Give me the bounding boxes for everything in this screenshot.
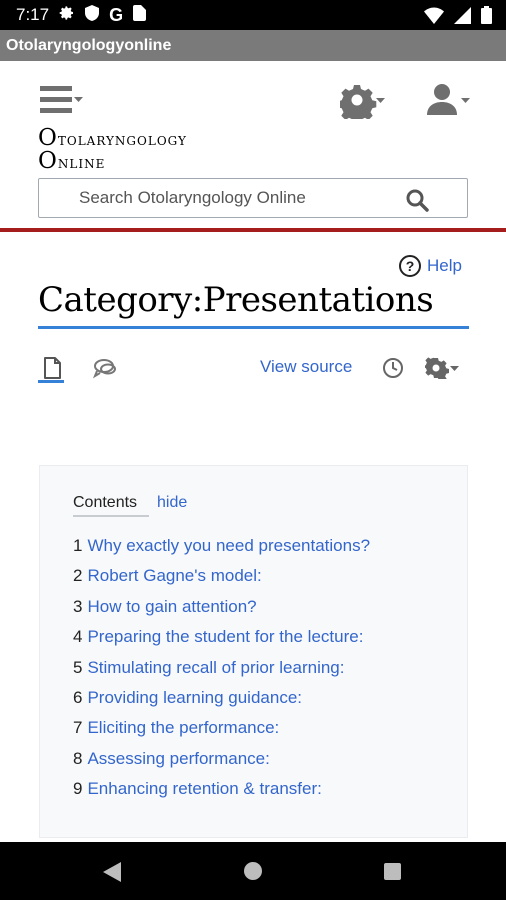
toc-item-number: 7 bbox=[73, 718, 83, 738]
toc-item-link[interactable]: Why exactly you need presentations? bbox=[87, 536, 370, 555]
toc-item-link[interactable]: How to gain attention? bbox=[87, 597, 256, 616]
menu-icon[interactable] bbox=[38, 83, 86, 119]
logo-word-2: nline bbox=[57, 153, 106, 173]
shield-icon bbox=[85, 4, 100, 26]
system-nav-bar bbox=[0, 842, 506, 900]
help-label: Help bbox=[427, 256, 462, 275]
toc-heading: Contents bbox=[73, 494, 138, 511]
toc-item-number: 1 bbox=[73, 536, 83, 555]
toc-item-link[interactable]: Robert Gagne's model: bbox=[87, 566, 261, 585]
user-icon[interactable] bbox=[424, 81, 474, 119]
logo-cap: O bbox=[38, 148, 58, 174]
toc-item[interactable]: 7 Eliciting the performance: bbox=[73, 718, 370, 748]
page-title: Category:Presentations bbox=[38, 280, 434, 320]
status-time: 7:17 bbox=[16, 5, 50, 24]
toc-item[interactable]: 8 Assessing performance: bbox=[73, 749, 370, 779]
toc-item-link[interactable]: Enhancing retention & transfer: bbox=[87, 779, 321, 798]
view-source-link[interactable]: View source bbox=[260, 357, 352, 377]
talk-icon[interactable] bbox=[92, 357, 118, 379]
search-box[interactable] bbox=[38, 178, 468, 218]
toc-item-number: 3 bbox=[73, 596, 83, 616]
sim-card-icon bbox=[133, 4, 147, 26]
toc-item[interactable]: 3 How to gain attention? bbox=[73, 597, 370, 627]
gear-icon bbox=[59, 5, 75, 26]
google-g-icon: G bbox=[109, 4, 124, 25]
help-link[interactable]: ? Help bbox=[399, 255, 462, 277]
page-tab-indicator bbox=[38, 380, 64, 383]
toc-item[interactable]: 2 Robert Gagne's model: bbox=[73, 566, 370, 596]
search-input[interactable] bbox=[77, 187, 401, 209]
toc-heading-rule bbox=[73, 515, 149, 517]
toc-item-number: 4 bbox=[73, 627, 83, 647]
toc-hide-link[interactable]: hide bbox=[157, 494, 187, 512]
more-gear-icon[interactable] bbox=[423, 357, 463, 382]
recents-icon[interactable] bbox=[384, 863, 401, 880]
header-divider bbox=[0, 228, 506, 232]
back-icon[interactable] bbox=[103, 862, 121, 887]
toc-item-link[interactable]: Assessing performance: bbox=[87, 749, 269, 768]
app-title: Otolaryngologyonline bbox=[6, 36, 172, 54]
toc-item[interactable]: 6 Providing learning guidance: bbox=[73, 688, 370, 718]
table-of-contents: Contents hide 1 Why exactly you need pres… bbox=[39, 465, 468, 838]
toc-item-link[interactable]: Stimulating recall of prior learning: bbox=[87, 658, 344, 677]
settings-icon[interactable] bbox=[337, 81, 390, 124]
help-icon: ? bbox=[399, 255, 421, 277]
toc-item-link[interactable]: Eliciting the performance: bbox=[87, 718, 279, 737]
signal-icon bbox=[454, 6, 471, 29]
toc-item-link[interactable]: Providing learning guidance: bbox=[87, 688, 302, 707]
title-underline bbox=[38, 326, 469, 329]
toc-item-number: 9 bbox=[73, 779, 83, 799]
site-header: Otolaryngology Online bbox=[0, 61, 506, 229]
history-icon[interactable] bbox=[382, 357, 404, 379]
app-title-bar: Otolaryngologyonline bbox=[0, 30, 506, 61]
site-logo[interactable]: Otolaryngology Online bbox=[38, 127, 187, 174]
home-icon[interactable] bbox=[244, 862, 262, 880]
search-icon[interactable] bbox=[405, 188, 429, 212]
toc-item[interactable]: 4 Preparing the student for the lecture: bbox=[73, 627, 370, 657]
toc-item[interactable]: 9 Enhancing retention & transfer: bbox=[73, 779, 370, 809]
toc-item[interactable]: 5 Stimulating recall of prior learning: bbox=[73, 658, 370, 688]
toc-item[interactable]: 1 Why exactly you need presentations? bbox=[73, 536, 370, 566]
battery-icon bbox=[481, 6, 492, 29]
toc-item-link[interactable]: Preparing the student for the lecture: bbox=[87, 627, 363, 646]
logo-word-1: tolaryngology bbox=[57, 130, 187, 150]
toc-item-number: 8 bbox=[73, 748, 83, 768]
toc-item-number: 2 bbox=[73, 566, 83, 586]
toc-item-number: 5 bbox=[73, 657, 83, 677]
wifi-icon bbox=[424, 7, 444, 29]
toc-list: 1 Why exactly you need presentations? 2 Ro… bbox=[73, 536, 370, 810]
status-bar: 7:17 G bbox=[0, 0, 506, 30]
toc-item-number: 6 bbox=[73, 687, 83, 707]
